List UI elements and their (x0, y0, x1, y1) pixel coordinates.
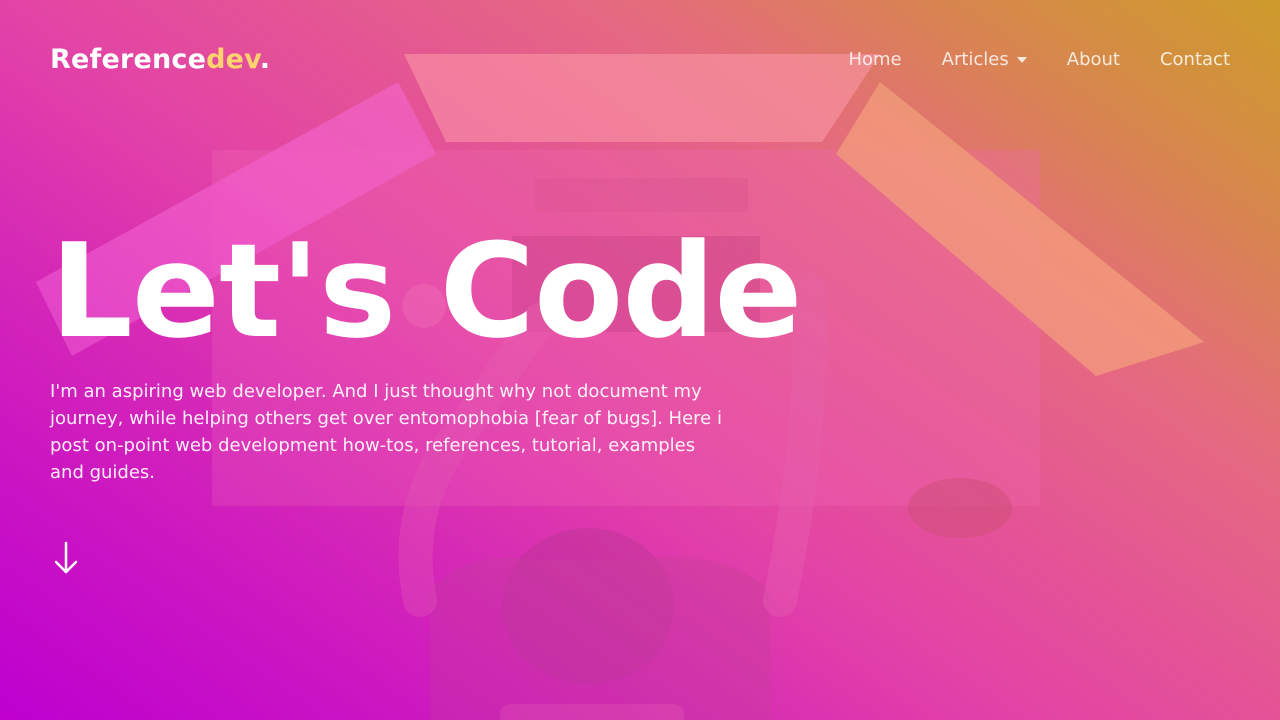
caret-down-icon (1016, 56, 1027, 63)
nav-link-contact[interactable]: Contact (1160, 49, 1230, 70)
nav-link-about-label: About (1066, 48, 1120, 70)
navbar: Referencedev. Home Articles About Contac… (0, 0, 1280, 118)
nav-link-home-label: Home (848, 48, 902, 70)
hero-title: Let's Code (50, 215, 803, 367)
brand-name: Reference (50, 43, 207, 75)
hero-description: I'm an aspiring web developer. And I jus… (50, 381, 722, 483)
nav-link-contact-label: Contact (1159, 48, 1230, 70)
hero-section: Referencedev. Home Articles About Contac… (0, 0, 1280, 720)
nav-link-articles-label: Articles (941, 48, 1009, 70)
nav-links: Home Articles About Contact (848, 49, 1230, 70)
nav-link-home[interactable]: Home (848, 49, 901, 70)
nav-link-about[interactable]: About (1067, 49, 1120, 70)
brand-accent: dev (206, 43, 260, 75)
nav-link-articles[interactable]: Articles (942, 49, 1027, 70)
brand-suffix: . (259, 43, 271, 75)
hero-content: Let's Code I'm an aspiring web developer… (50, 215, 803, 486)
arrow-down-icon[interactable] (52, 538, 82, 578)
brand-logo[interactable]: Referencedev. (50, 44, 270, 75)
